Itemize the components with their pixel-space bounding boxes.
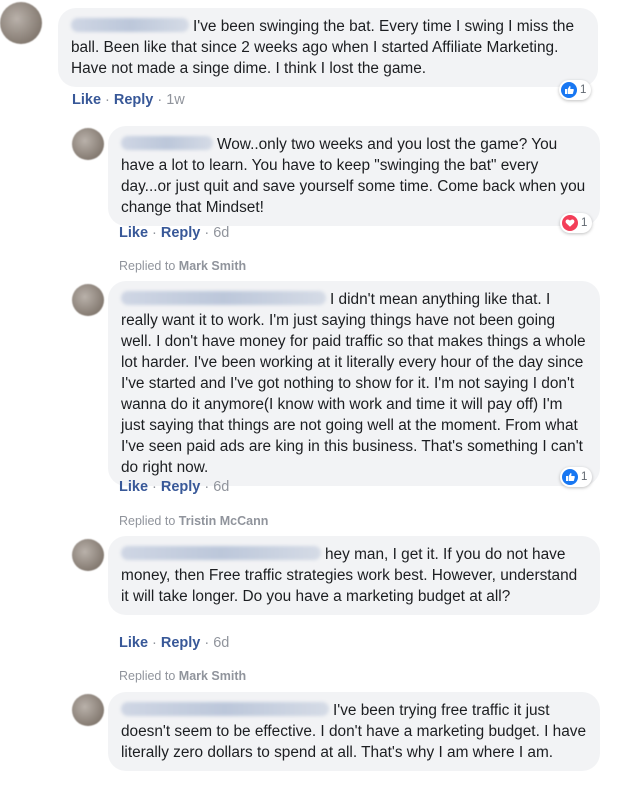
- comment-timestamp[interactable]: 6d: [213, 479, 229, 495]
- comment-text: I didn't mean anything like that. I real…: [121, 291, 586, 476]
- commenter-avatar[interactable]: [72, 128, 104, 160]
- reaction-count: 1: [581, 217, 588, 229]
- reply-link[interactable]: Reply: [114, 92, 154, 108]
- separator-dot: ·: [152, 479, 157, 495]
- thumbs-up-icon: [562, 469, 578, 485]
- replied-to-label: Replied to Mark Smith: [119, 259, 246, 273]
- reply-link[interactable]: Reply: [161, 225, 201, 241]
- separator-dot: ·: [204, 225, 210, 241]
- commenter-avatar[interactable]: [72, 284, 104, 316]
- replied-to-prefix: Replied to: [119, 669, 176, 683]
- commenter-name-redacted[interactable]: [121, 291, 326, 305]
- reaction-badge[interactable]: 1: [560, 467, 593, 487]
- like-link[interactable]: Like: [119, 479, 148, 495]
- commenter-name-redacted[interactable]: [121, 136, 213, 150]
- replied-to-name[interactable]: Mark Smith: [179, 259, 246, 273]
- comment-timestamp[interactable]: 6d: [213, 225, 229, 241]
- replied-to-prefix: Replied to: [119, 259, 176, 273]
- like-link[interactable]: Like: [72, 92, 101, 108]
- commenter-name-redacted[interactable]: [121, 546, 321, 560]
- reaction-count: 1: [581, 471, 588, 483]
- heart-icon: [562, 215, 578, 231]
- commenter-avatar[interactable]: [0, 2, 42, 44]
- comment-timestamp[interactable]: 6d: [213, 635, 229, 651]
- comment-timestamp[interactable]: 1w: [166, 92, 185, 108]
- comment-actions: Like · Reply · 6d: [119, 225, 229, 241]
- replied-to-name[interactable]: Tristin McCann: [179, 514, 269, 528]
- commenter-avatar[interactable]: [72, 694, 104, 726]
- commenter-avatar[interactable]: [72, 539, 104, 571]
- thumbs-up-icon: [561, 82, 577, 98]
- replied-to-name[interactable]: Mark Smith: [179, 669, 246, 683]
- like-link[interactable]: Like: [119, 635, 148, 651]
- replied-to-label: Replied to Mark Smith: [119, 669, 246, 683]
- like-link[interactable]: Like: [119, 225, 148, 241]
- separator-dot: ·: [157, 92, 163, 108]
- comment-bubble: I've been swinging the bat. Every time I…: [58, 8, 598, 87]
- separator-dot: ·: [204, 635, 210, 651]
- commenter-name-redacted[interactable]: [121, 702, 329, 716]
- commenter-name-redacted[interactable]: [71, 18, 189, 32]
- comment-actions: Like · Reply · 6d: [119, 479, 229, 495]
- comment-bubble: Wow..only two weeks and you lost the gam…: [108, 126, 600, 226]
- reply-link[interactable]: Reply: [161, 635, 201, 651]
- separator-dot: ·: [204, 479, 210, 495]
- comment-actions: Like · Reply · 1w: [72, 92, 185, 108]
- replied-to-label: Replied to Tristin McCann: [119, 514, 268, 528]
- separator-dot: ·: [152, 225, 157, 241]
- separator-dot: ·: [105, 92, 110, 108]
- replied-to-prefix: Replied to: [119, 514, 176, 528]
- comment-bubble: hey man, I get it. If you do not have mo…: [108, 536, 600, 615]
- reaction-badge[interactable]: 1: [560, 213, 593, 233]
- comment-actions: Like · Reply · 6d: [119, 635, 229, 651]
- comment-bubble: I didn't mean anything like that. I real…: [108, 281, 600, 486]
- reaction-badge[interactable]: 1: [559, 80, 592, 100]
- reply-link[interactable]: Reply: [161, 479, 201, 495]
- comment-bubble: I've been trying free traffic it just do…: [108, 692, 600, 771]
- reaction-count: 1: [580, 84, 587, 96]
- separator-dot: ·: [152, 635, 157, 651]
